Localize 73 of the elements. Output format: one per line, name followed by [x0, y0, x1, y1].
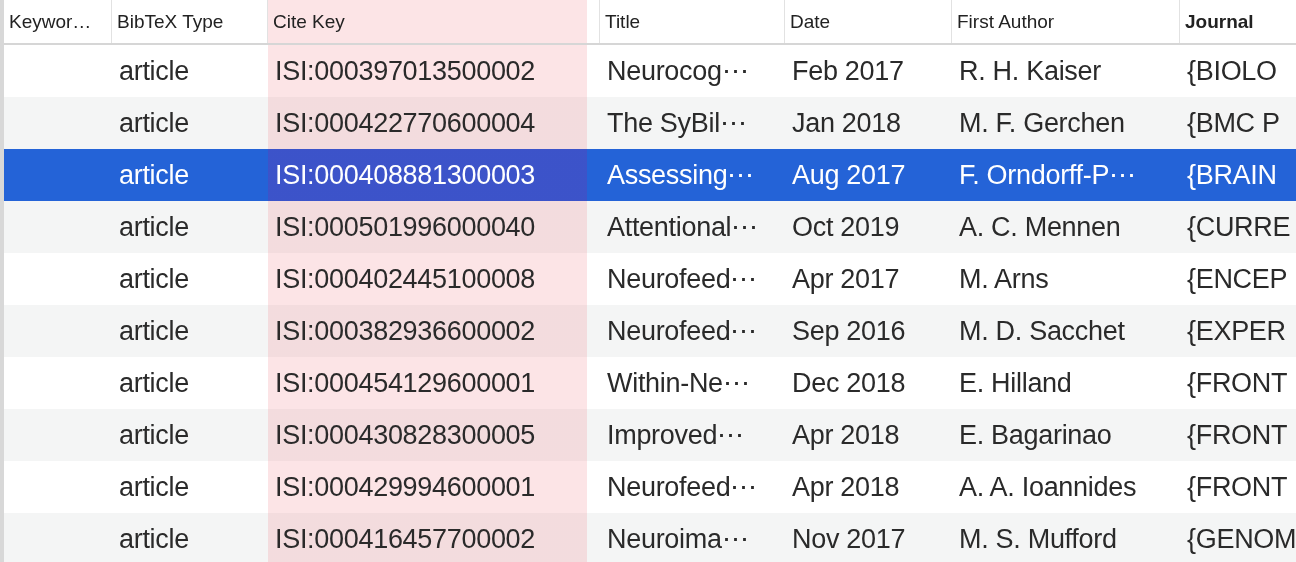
- table-cell: Within-Ne⋯: [607, 367, 750, 399]
- table-cell: article: [119, 107, 189, 139]
- table-cell: Apr 2017: [792, 263, 900, 295]
- table-cell: Improved⋯: [607, 419, 744, 451]
- table-cell: Jan 2018: [792, 107, 901, 139]
- table-cell: Neurofeed⋯: [607, 315, 758, 347]
- table-cell: article: [119, 419, 189, 451]
- table-cell: Attentional⋯: [607, 211, 758, 243]
- table-row[interactable]: article ISI:000408881300003 Assessing⋯ Aug 2017 F. Orndorff-P⋯ {BRAIN: [4, 149, 1296, 201]
- table-cell: Sep 2016: [792, 315, 906, 347]
- table-cell: Oct 2019: [792, 211, 900, 243]
- table-cell: M. Arns: [959, 263, 1049, 295]
- table-cell: M. F. Gerchen: [959, 107, 1125, 139]
- column-header[interactable]: Cite Key: [273, 10, 345, 33]
- table-cell: {FRONT: [1187, 367, 1288, 399]
- table-cell: Dec 2018: [792, 367, 906, 399]
- table-cell: ISI:000416457700002: [275, 523, 536, 555]
- table-cell: ISI:000454129600001: [275, 367, 536, 399]
- table-row[interactable]: article ISI:000382936600002 Neurofeed⋯ Sep 2016 M. D. Sacchet {EXPER: [4, 305, 1296, 357]
- table-cell: Apr 2018: [792, 419, 900, 451]
- table-row[interactable]: article ISI:000416457700002 Neuroima⋯ Nov 2017 M. S. Mufford {GENOM: [4, 513, 1296, 562]
- table-cell: article: [119, 263, 189, 295]
- table-cell: The SyBil⋯: [607, 107, 747, 139]
- table-cell: R. H. Kaiser: [959, 55, 1101, 87]
- table-cell: ISI:000402445100008: [275, 263, 536, 295]
- column-header[interactable]: Keywor…: [9, 10, 92, 33]
- table-cell: {BMC P: [1187, 107, 1280, 139]
- table-cell: Feb 2017: [792, 55, 904, 87]
- table-cell: article: [119, 159, 189, 191]
- table-cell: Nov 2017: [792, 523, 906, 555]
- table-cell: article: [119, 471, 189, 503]
- table-cell: ISI:000397013500002: [275, 55, 536, 87]
- table-cell: ISI:000422770600004: [275, 107, 536, 139]
- table-cell: E. Bagarinao: [959, 419, 1112, 451]
- table-cell: Neurofeed⋯: [607, 471, 758, 503]
- table-cell: {ENCEP: [1187, 263, 1288, 295]
- table-cell: {EXPER: [1187, 315, 1286, 347]
- table-cell: ISI:000382936600002: [275, 315, 536, 347]
- table-cell: {FRONT: [1187, 419, 1288, 451]
- table-cell: {BRAIN: [1187, 159, 1277, 191]
- table-cell: Neurocog⋯: [607, 55, 749, 87]
- table-cell: E. Hilland: [959, 367, 1072, 399]
- table-cell: M. D. Sacchet: [959, 315, 1125, 347]
- table-cell: A. C. Mennen: [959, 211, 1121, 243]
- column-header[interactable]: Journal: [1185, 10, 1254, 33]
- table-cell: M. S. Mufford: [959, 523, 1117, 555]
- table-cell: article: [119, 211, 189, 243]
- table-row[interactable]: article ISI:000430828300005 Improved⋯ Apr 2018 E. Bagarinao {FRONT: [4, 409, 1296, 461]
- column-header[interactable]: First Author: [957, 10, 1055, 33]
- table-cell: ISI:000430828300005: [275, 419, 536, 451]
- table-cell: article: [119, 523, 189, 555]
- table-cell: ISI:000429994600001: [275, 471, 536, 503]
- table-cell: F. Orndorff-P⋯: [959, 159, 1136, 191]
- table-cell: article: [119, 315, 189, 347]
- table-cell: Aug 2017: [792, 159, 906, 191]
- table-row[interactable]: article ISI:000422770600004 The SyBil⋯ Jan 2018 M. F. Gerchen {BMC P: [4, 97, 1296, 149]
- table-cell: ISI:000501996000040: [275, 211, 536, 243]
- column-header[interactable]: Title: [605, 10, 641, 33]
- table-cell: {BIOLO: [1187, 55, 1277, 87]
- column-header[interactable]: BibTeX Type: [117, 10, 224, 33]
- table-cell: {CURRE: [1187, 211, 1291, 243]
- table-cell: article: [119, 55, 189, 87]
- table-cell: Assessing⋯: [607, 159, 755, 191]
- table-cell: ISI:000408881300003: [275, 159, 536, 191]
- table-cell: Neurofeed⋯: [607, 263, 758, 295]
- column-header[interactable]: Date: [790, 10, 831, 33]
- table-cell: article: [119, 367, 189, 399]
- table-cell: {FRONT: [1187, 471, 1288, 503]
- table-cell: Apr 2018: [792, 471, 900, 503]
- table-cell: {GENOM: [1187, 523, 1296, 555]
- table-cell: Neuroima⋯: [607, 523, 749, 555]
- table-row[interactable]: article ISI:000501996000040 Attentional⋯ Oct 2019 A. C. Mennen {CURRE: [4, 201, 1296, 253]
- table-cell: A. A. Ioannides: [959, 471, 1137, 503]
